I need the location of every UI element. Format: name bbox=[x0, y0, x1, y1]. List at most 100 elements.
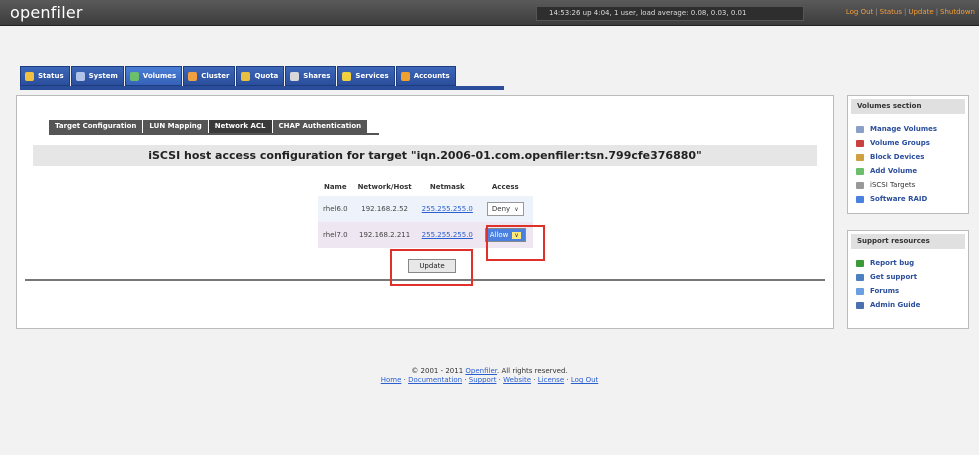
openfiler-link[interactable]: Openfiler bbox=[465, 367, 497, 375]
cluster-icon bbox=[188, 71, 198, 81]
tab-shares[interactable]: Shares bbox=[285, 66, 337, 86]
tab-label: Accounts bbox=[413, 72, 450, 80]
tab-quota[interactable]: Quota bbox=[236, 66, 285, 86]
host-name: rhel7.0 bbox=[318, 222, 353, 248]
main-nav: Status System Volumes Cluster Quota Shar… bbox=[20, 66, 456, 86]
services-icon bbox=[342, 71, 352, 81]
tab-label: Quota bbox=[254, 72, 279, 80]
access-cell: Deny ∨ bbox=[477, 196, 533, 222]
column-header: Name bbox=[323, 183, 347, 191]
footer-website-link[interactable]: Website bbox=[503, 376, 531, 384]
footer-logout-link[interactable]: Log Out bbox=[571, 376, 598, 384]
status-link[interactable]: Status bbox=[880, 8, 902, 16]
copyright: © 2001 - 2011 Openfiler. All rights rese… bbox=[0, 367, 979, 376]
column-header: Access bbox=[491, 183, 519, 191]
accounts-icon bbox=[400, 71, 410, 81]
top-links: Log Out | Status | Update | Shutdown bbox=[846, 8, 975, 16]
tab-accounts[interactable]: Accounts bbox=[395, 66, 456, 86]
subtab-chap-authentication[interactable]: CHAP Authentication bbox=[272, 120, 368, 133]
sub-tabs: Target Configuration LUN Mapping Network… bbox=[49, 120, 368, 133]
access-select-rhel6[interactable]: Deny ∨ bbox=[486, 202, 524, 216]
sidebar-item-get-support[interactable]: Get support bbox=[848, 270, 968, 284]
separator: · bbox=[464, 376, 467, 384]
subtab-network-acl[interactable]: Network ACL bbox=[208, 120, 272, 133]
sidebar-item-label: Volume Groups bbox=[870, 139, 930, 147]
quota-icon bbox=[241, 71, 251, 81]
copyright-suffix: . All rights reserved. bbox=[497, 367, 568, 375]
top-bar: openfiler 14:53:26 up 4:04, 1 user, load… bbox=[0, 0, 979, 26]
nav-underline bbox=[20, 86, 504, 90]
sidebar-item-label: Software RAID bbox=[870, 195, 928, 203]
sidebar-item-admin-guide[interactable]: Admin Guide bbox=[848, 298, 968, 312]
logout-link[interactable]: Log Out bbox=[846, 8, 873, 16]
netmask-link[interactable]: 255.255.255.0 bbox=[416, 196, 478, 222]
footer: © 2001 - 2011 Openfiler. All rights rese… bbox=[0, 367, 979, 385]
openfiler-logo: openfiler bbox=[10, 3, 83, 22]
table-header-row: Name Network/Host Netmask Access bbox=[318, 178, 533, 196]
table-row: rhel6.0 192.168.2.52 255.255.255.0 Deny ∨ bbox=[318, 196, 533, 222]
separator: · bbox=[566, 376, 569, 384]
shutdown-link[interactable]: Shutdown bbox=[940, 8, 975, 16]
separator: | bbox=[903, 8, 907, 16]
highlight-box bbox=[390, 249, 473, 286]
sidebar-item-software-raid[interactable]: Software RAID bbox=[848, 192, 968, 206]
tab-label: Status bbox=[38, 72, 64, 80]
sidebar-item-label: Manage Volumes bbox=[870, 125, 938, 133]
page-title: iSCSI host access configuration for targ… bbox=[33, 145, 817, 166]
sidebar-item-volume-groups[interactable]: Volume Groups bbox=[848, 136, 968, 150]
get-support-icon bbox=[856, 273, 864, 281]
sidebar-item-forums[interactable]: Forums bbox=[848, 284, 968, 298]
sidebar-item-manage-volumes[interactable]: Manage Volumes bbox=[848, 122, 968, 136]
column-header: Network/Host bbox=[357, 183, 412, 191]
sidebar-item-label: Forums bbox=[870, 287, 900, 295]
sidebar-item-label: Block Devices bbox=[870, 153, 925, 161]
tab-label: System bbox=[88, 72, 118, 80]
sidebar-item-add-volume[interactable]: Add Volume bbox=[848, 164, 968, 178]
tab-status[interactable]: Status bbox=[20, 66, 70, 86]
tab-label: Shares bbox=[303, 72, 331, 80]
tab-services[interactable]: Services bbox=[337, 66, 395, 86]
host-address: 192.168.2.211 bbox=[352, 222, 417, 248]
forums-icon bbox=[856, 287, 864, 295]
add-volume-icon bbox=[856, 167, 864, 175]
netmask-link[interactable]: 255.255.255.0 bbox=[416, 222, 478, 248]
sidebar-item-label: Report bug bbox=[870, 259, 915, 267]
copyright-prefix: © 2001 - 2011 bbox=[411, 367, 464, 375]
footer-home-link[interactable]: Home bbox=[381, 376, 402, 384]
iscsi-targets-icon bbox=[856, 181, 864, 189]
sidebar-item-block-devices[interactable]: Block Devices bbox=[848, 150, 968, 164]
tab-system[interactable]: System bbox=[70, 66, 124, 86]
separator: · bbox=[403, 376, 406, 384]
select-value: Deny bbox=[491, 205, 511, 213]
sidebar-item-iscsi-targets[interactable]: iSCSI Targets bbox=[848, 178, 968, 192]
sidebar-item-label: iSCSI Targets bbox=[870, 181, 916, 189]
separator: · bbox=[533, 376, 536, 384]
separator: · bbox=[498, 376, 501, 384]
tab-volumes[interactable]: Volumes bbox=[124, 66, 183, 86]
status-icon bbox=[25, 71, 34, 81]
footer-links: Home · Documentation · Support · Website… bbox=[0, 376, 979, 385]
footer-documentation-link[interactable]: Documentation bbox=[408, 376, 462, 384]
subtab-target-configuration[interactable]: Target Configuration bbox=[49, 120, 143, 133]
volumes-section: Volumes section Manage Volumes Volume Gr… bbox=[847, 95, 969, 214]
sidebar-item-report-bug[interactable]: Report bug bbox=[848, 256, 968, 270]
subtab-underline bbox=[49, 133, 379, 135]
update-link[interactable]: Update bbox=[908, 8, 933, 16]
footer-license-link[interactable]: License bbox=[538, 376, 564, 384]
main-panel: Target Configuration LUN Mapping Network… bbox=[16, 95, 834, 329]
admin-guide-icon bbox=[856, 301, 864, 309]
footer-support-link[interactable]: Support bbox=[469, 376, 497, 384]
support-section-title: Support resources bbox=[851, 234, 965, 249]
sidebar-item-label: Get support bbox=[870, 273, 918, 281]
volume-groups-icon bbox=[856, 139, 864, 147]
sidebar-item-label: Add Volume bbox=[870, 167, 918, 175]
shares-icon bbox=[290, 71, 300, 81]
volumes-icon bbox=[129, 71, 139, 81]
separator: | bbox=[875, 8, 878, 16]
report-bug-icon bbox=[856, 259, 864, 267]
tab-label: Cluster bbox=[201, 72, 230, 80]
subtab-lun-mapping[interactable]: LUN Mapping bbox=[143, 120, 208, 133]
host-name: rhel6.0 bbox=[318, 196, 353, 222]
tab-cluster[interactable]: Cluster bbox=[183, 66, 236, 86]
volumes-section-title: Volumes section bbox=[851, 99, 965, 114]
